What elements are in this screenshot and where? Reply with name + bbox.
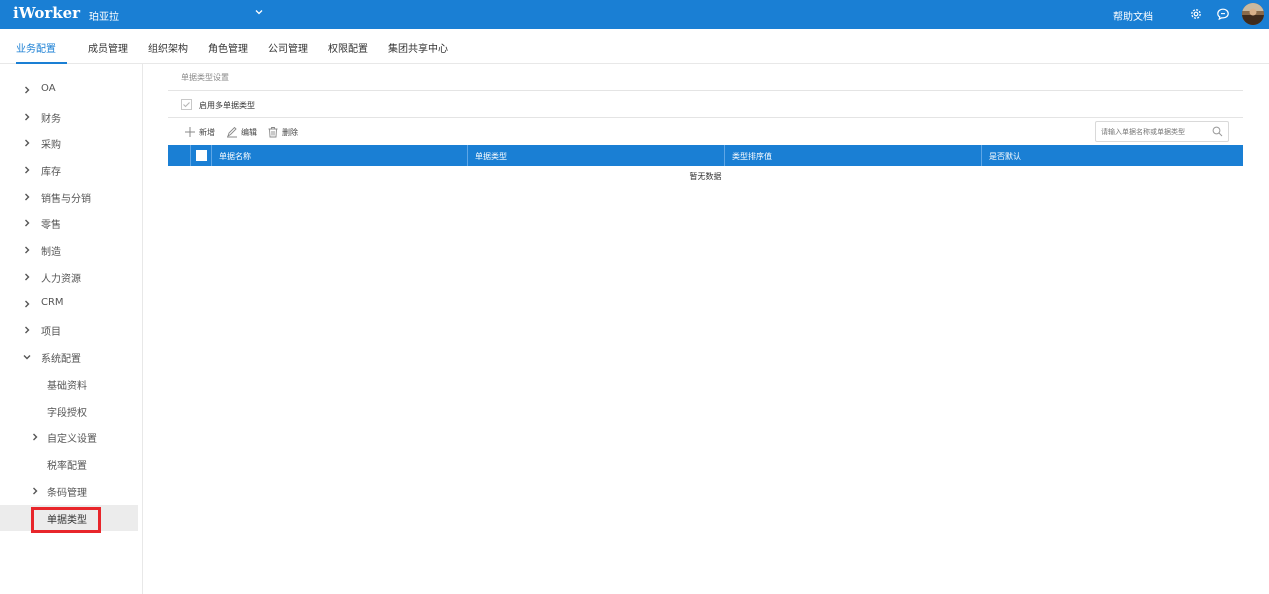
- top-nav: 业务配置 成员管理 组织架构 角色管理 公司管理 权限配置 集团共享中心: [0, 29, 1269, 64]
- sidebar-subitem-barcode-management[interactable]: 条码管理: [0, 478, 138, 504]
- tab-company-management[interactable]: 公司管理: [268, 40, 308, 55]
- delete-label: 删除: [282, 128, 298, 137]
- sidebar-item-system-config[interactable]: 系统配置: [0, 344, 138, 370]
- sidebar-item-project[interactable]: 项目: [0, 317, 138, 343]
- column-header-label: 单据类型: [475, 152, 507, 161]
- column-header-label: 单据名称: [219, 152, 251, 161]
- sidebar-item-label: 条码管理: [47, 488, 87, 499]
- sidebar-item-label: 基础资料: [47, 381, 87, 392]
- sidebar-item-label: 采购: [41, 140, 61, 151]
- sidebar-item-label: OA: [41, 83, 56, 94]
- trash-icon: [268, 127, 278, 138]
- sidebar-subitem-custom-settings[interactable]: 自定义设置: [0, 424, 138, 450]
- checkbox[interactable]: [181, 99, 192, 110]
- sidebar-subitem-tax-rate-config[interactable]: 税率配置: [0, 451, 138, 477]
- sidebar-item-inventory[interactable]: 库存: [0, 157, 138, 183]
- sidebar-item-label: 自定义设置: [47, 434, 97, 445]
- tab-business-config[interactable]: 业务配置: [16, 40, 56, 55]
- select-all-checkbox[interactable]: [196, 150, 207, 161]
- column-type-sort[interactable]: 类型排序值: [724, 145, 981, 166]
- column-header-label: 是否默认: [989, 152, 1021, 161]
- chat-icon[interactable]: [1216, 7, 1230, 21]
- sidebar-item-label: 税率配置: [47, 461, 87, 472]
- chevron-right-icon: [33, 433, 38, 441]
- chevron-right-icon: [25, 219, 30, 227]
- column-header-label: 类型排序值: [732, 152, 772, 161]
- avatar[interactable]: [1242, 3, 1264, 25]
- sidebar-item-label: 字段授权: [47, 408, 87, 419]
- add-label: 新增: [199, 128, 215, 137]
- help-docs-link[interactable]: 帮助文档: [1113, 8, 1153, 23]
- sidebar-item-hr[interactable]: 人力资源: [0, 264, 138, 290]
- sidebar-item-retail[interactable]: 零售: [0, 210, 138, 236]
- divider: [168, 90, 1243, 91]
- chevron-right-icon: [25, 246, 30, 254]
- chevron-right-icon: [25, 86, 30, 94]
- sidebar-subitem-basic-data[interactable]: 基础资料: [0, 371, 138, 397]
- chevron-down-icon: [23, 355, 31, 360]
- section-title: 单据类型设置: [181, 73, 229, 82]
- company-name[interactable]: 珀亚拉: [89, 8, 119, 23]
- tab-permission-config[interactable]: 权限配置: [328, 40, 368, 55]
- search-box[interactable]: [1095, 121, 1229, 142]
- sidebar-item-label: 项目: [41, 327, 61, 338]
- chevron-right-icon: [25, 113, 30, 121]
- sidebar-item-label: 制造: [41, 247, 61, 258]
- brand-logo: iWorker: [13, 4, 81, 22]
- sidebar-item-crm[interactable]: CRM: [0, 291, 138, 317]
- sidebar-item-label: 人力资源: [41, 274, 81, 285]
- column-doc-type[interactable]: 单据类型: [467, 145, 724, 166]
- sidebar-item-label: CRM: [41, 297, 64, 308]
- sidebar-item-oa[interactable]: OA: [0, 77, 138, 103]
- plus-icon: [185, 127, 195, 137]
- chevron-right-icon: [25, 300, 30, 308]
- sidebar-item-label: 财务: [41, 114, 61, 125]
- sidebar-item-label: 库存: [41, 167, 61, 178]
- sidebar-item-purchase[interactable]: 采购: [0, 130, 138, 156]
- search-input[interactable]: [1101, 125, 1211, 138]
- divider: [168, 117, 1243, 118]
- sidebar-item-label: 销售与分销: [41, 194, 91, 205]
- chevron-right-icon: [33, 487, 38, 495]
- chevron-down-icon[interactable]: [254, 7, 264, 17]
- select-column: [190, 145, 211, 166]
- top-bar: iWorker 珀亚拉 帮助文档: [0, 0, 1269, 29]
- table-header: 单据名称 单据类型 类型排序值 是否默认: [168, 145, 1243, 166]
- pencil-icon: [227, 126, 237, 138]
- tab-member-management[interactable]: 成员管理: [88, 40, 128, 55]
- tab-role-management[interactable]: 角色管理: [208, 40, 248, 55]
- tab-group-shared-center[interactable]: 集团共享中心: [388, 40, 448, 55]
- sidebar-item-finance[interactable]: 财务: [0, 104, 138, 130]
- sidebar-item-sales-distribution[interactable]: 销售与分销: [0, 184, 138, 210]
- selection-highlight: [31, 507, 101, 533]
- empty-table-message: 暂无数据: [689, 172, 722, 181]
- sidebar-item-manufacturing[interactable]: 制造: [0, 237, 138, 263]
- column-is-default[interactable]: 是否默认: [981, 145, 1240, 166]
- gear-icon[interactable]: [1189, 7, 1203, 21]
- sidebar-item-label: 系统配置: [41, 354, 81, 365]
- sidebar-item-label: 零售: [41, 220, 61, 231]
- edit-label: 编辑: [241, 128, 257, 137]
- chevron-right-icon: [25, 326, 30, 334]
- chevron-right-icon: [25, 166, 30, 174]
- checkmark-icon: [183, 102, 190, 108]
- sidebar-subitem-field-authorization[interactable]: 字段授权: [0, 398, 138, 424]
- chevron-right-icon: [25, 139, 30, 147]
- chevron-right-icon: [25, 193, 30, 201]
- column-doc-name[interactable]: 单据名称: [211, 145, 467, 166]
- tab-org-structure[interactable]: 组织架构: [148, 40, 188, 55]
- chevron-right-icon: [25, 273, 30, 281]
- search-icon[interactable]: [1212, 126, 1223, 137]
- checkbox-label: 启用多单据类型: [199, 101, 255, 110]
